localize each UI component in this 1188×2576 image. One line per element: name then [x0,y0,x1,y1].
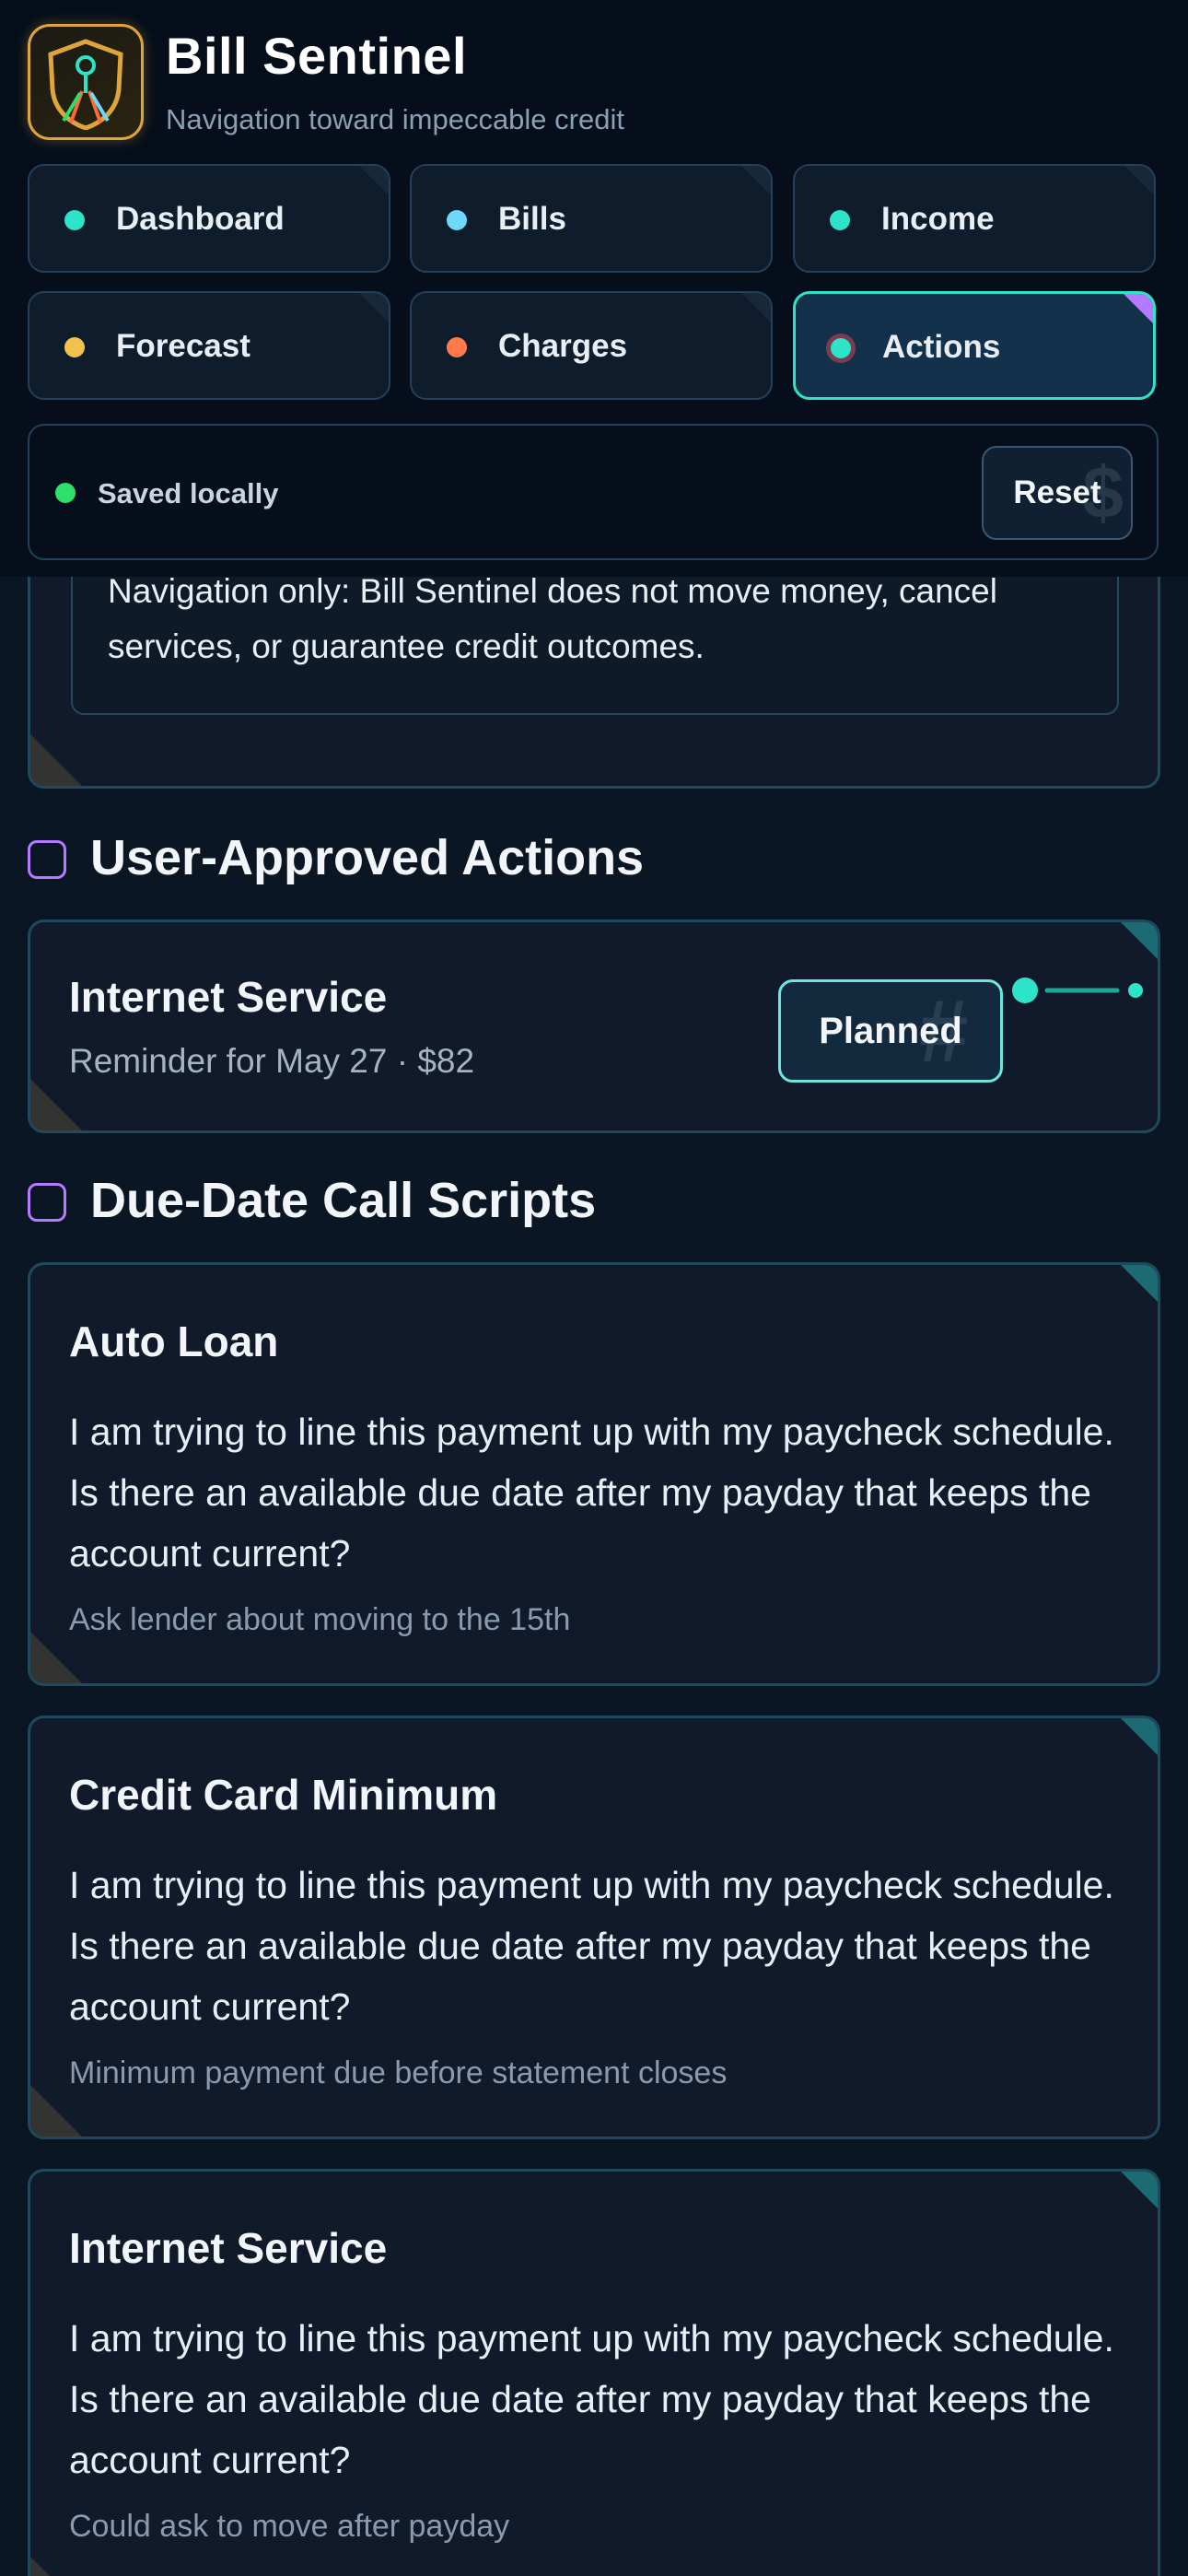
corner-accent [1124,166,1154,195]
tab-actions[interactable]: Actions [793,291,1156,400]
corner-accent [741,166,771,195]
script-body: I am trying to line this payment up with… [69,2317,1114,2481]
tab-label: Charges [498,328,628,364]
tab-label: Forecast [116,328,250,364]
tab-bills[interactable]: Bills [410,164,773,273]
script-title: Credit Card Minimum [69,1771,498,1819]
corner-accent [30,734,82,786]
app-header: Bill Sentinel Navigation toward impeccab… [0,0,1188,577]
section-marker-icon [28,1183,66,1222]
action-subtitle: Reminder for May 27 · $82 [69,1042,475,1080]
action-title: Internet Service [69,973,388,1021]
corner-accent [359,166,389,195]
script-note: Could ask to move after payday [69,2509,510,2544]
disclaimer-text: Navigation only: Bill Sentinel does not … [108,572,997,665]
corner-accent [1121,1265,1158,1302]
tab-label: Bills [498,201,566,237]
corner-accent [1121,922,1158,959]
call-script-card: Auto Loan I am trying to line this payme… [28,1262,1160,1686]
action-card: Internet Service Reminder for May 27 · $… [28,919,1160,1133]
tab-charges[interactable]: Charges [410,291,773,400]
script-title: Auto Loan [69,1317,279,1365]
corner-accent [30,1079,82,1130]
saved-status-dot-icon [55,483,76,503]
reset-button-label: Reset [1013,474,1101,510]
shield-road-icon [48,39,123,130]
tab-forecast[interactable]: Forecast [28,291,390,400]
progress-track-icon [1012,978,1143,1003]
app-subtitle: Navigation toward impeccable credit [166,103,624,135]
tab-label: Actions [882,329,1001,365]
corner-accent [30,2085,82,2137]
section-title: Due-Date Call Scripts [90,1173,597,1228]
tab-label: Dashboard [116,201,285,237]
script-note: Minimum payment due before statement clo… [69,2055,728,2090]
corner-accent [30,2557,82,2576]
save-status-text: Saved locally [98,477,279,509]
call-script-card: Internet Service I am trying to line thi… [28,2169,1160,2576]
status-dot-icon [830,210,850,230]
planned-button-label: Planned [819,1011,962,1051]
save-status-bar: Saved locally $ Reset [28,424,1159,560]
status-dot-icon [64,337,85,357]
app-logo [28,24,144,140]
script-title: Internet Service [69,2224,388,2272]
corner-accent [359,293,389,322]
status-dot-icon [64,210,85,230]
section-marker-icon [28,840,66,879]
corner-accent [30,1632,82,1683]
call-script-card: Credit Card Minimum I am trying to line … [28,1715,1160,2139]
tab-dashboard[interactable]: Dashboard [28,164,390,273]
corner-accent [1124,294,1153,323]
corner-accent [1121,1718,1158,1755]
section-title: User-Approved Actions [90,830,645,885]
corner-accent [741,293,771,322]
status-dot-icon [447,210,467,230]
corner-accent [1121,2172,1158,2208]
status-dot-icon [831,338,851,358]
script-body: I am trying to line this payment up with… [69,1411,1114,1575]
script-body: I am trying to line this payment up with… [69,1864,1114,2028]
app-title: Bill Sentinel [166,27,467,85]
status-dot-icon [447,337,467,357]
planned-button[interactable]: # Planned [778,979,1003,1083]
tab-label: Income [881,201,995,237]
reset-button[interactable]: $ Reset [982,446,1133,540]
tab-income[interactable]: Income [793,164,1156,273]
script-note: Ask lender about moving to the 15th [69,1602,571,1637]
